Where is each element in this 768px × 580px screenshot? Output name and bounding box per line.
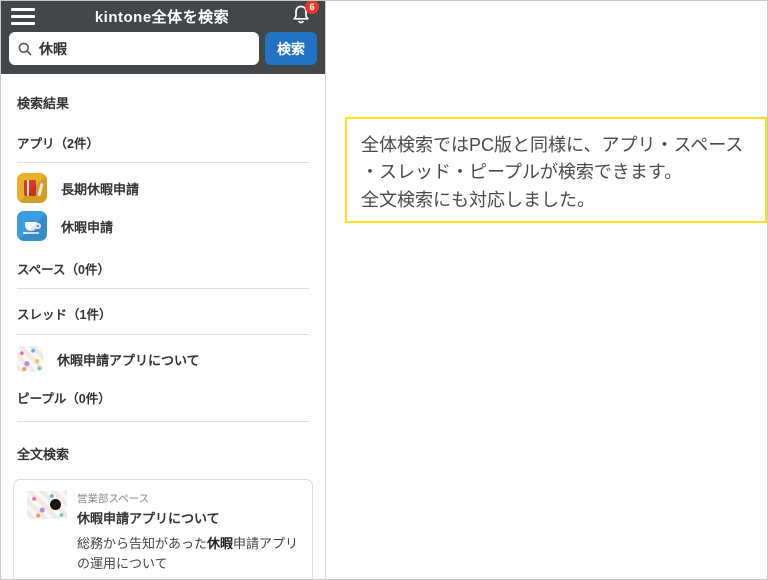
divider xyxy=(17,334,309,335)
section-apps: アプリ（2件） xyxy=(17,133,309,152)
card-head: 営業部スペース 休暇申請アプリについて xyxy=(27,491,299,527)
coffee-cup-app-icon xyxy=(17,211,47,241)
search-icon xyxy=(17,41,33,57)
divider xyxy=(17,162,309,163)
section-people: ピープル（0件） xyxy=(17,388,309,407)
section-spaces: スペース（0件） xyxy=(17,259,309,278)
fulltext-result-card[interactable]: 営業部スペース 休暇申請アプリについて 総務から告知があった休暇申請アプリの運用… xyxy=(13,479,313,579)
app-header: kintone全体を検索 6 xyxy=(1,1,325,31)
thread-result-item[interactable]: 休暇申請アプリについて xyxy=(17,345,309,373)
result-snippet: 総務から告知があった休暇申請アプリの運用について xyxy=(77,534,299,573)
space-name: 営業部スペース xyxy=(77,491,220,506)
search-button[interactable]: 検索 xyxy=(265,32,317,65)
book-app-icon xyxy=(17,173,47,203)
app-name: 休暇申請 xyxy=(61,217,113,236)
app-result-item[interactable]: 休暇申請 xyxy=(17,209,309,243)
fulltext-heading: 全文検索 xyxy=(17,444,309,463)
menu-icon[interactable] xyxy=(11,6,35,27)
callout-note: 全体検索ではPC版と同様に、アプリ・スペース ・スレッド・ピープルが検索できます… xyxy=(345,117,767,223)
search-results: 検索結果 アプリ（2件） 長期休暇申請 休暇申請 スペース（0件） スレッド（1… xyxy=(1,93,325,579)
app-name: 長期休暇申請 xyxy=(61,179,139,198)
search-bar: 検索 xyxy=(1,31,325,74)
page-title: kintone全体を検索 xyxy=(95,6,229,27)
callout-line: ・スレッド・ピープルが検索できます。 xyxy=(361,159,751,186)
app-result-item[interactable]: 長期休暇申請 xyxy=(17,171,309,205)
divider xyxy=(17,288,309,289)
callout-line: 全文検索にも対応しました。 xyxy=(361,187,751,214)
notification-bell[interactable]: 6 xyxy=(289,3,315,29)
search-term-highlight: 休暇 xyxy=(207,536,233,551)
divider xyxy=(17,421,309,422)
notification-badge: 6 xyxy=(305,1,319,14)
result-title: 休暇申請アプリについて xyxy=(77,508,220,527)
search-field[interactable] xyxy=(9,32,259,65)
section-threads: スレッド（1件） xyxy=(17,304,309,323)
search-input[interactable] xyxy=(39,41,251,57)
mobile-app-panel: kintone全体を検索 6 xyxy=(1,1,326,579)
screenshot-frame: kintone全体を検索 6 xyxy=(0,0,768,580)
thread-thumbnail-image xyxy=(17,346,43,372)
results-heading: 検索結果 xyxy=(17,93,309,112)
thread-name: 休暇申請アプリについて xyxy=(57,350,200,369)
callout-line: 全体検索ではPC版と同様に、アプリ・スペース xyxy=(361,132,751,159)
space-cover-thumbnail xyxy=(27,491,67,519)
